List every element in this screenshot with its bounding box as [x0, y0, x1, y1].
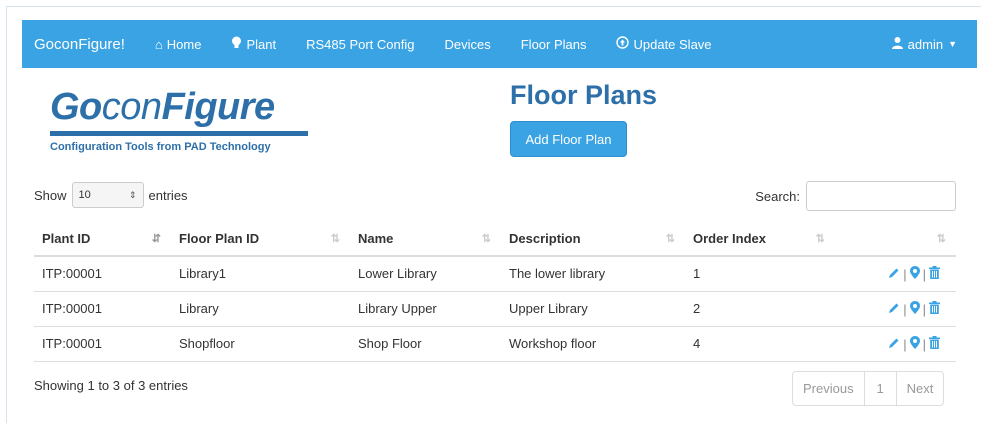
column-header-actions[interactable]: ⇅	[835, 222, 956, 257]
cell-description: Workshop floor	[501, 326, 685, 362]
table-row: ITP:00001 Shopfloor Shop Floor Workshop …	[34, 326, 956, 362]
cell-order-index: 1	[685, 256, 835, 292]
cell-floor-plan-id: Library	[171, 291, 350, 327]
nav-rs485-port-config[interactable]: RS485 Port Config	[306, 37, 414, 52]
user-icon	[891, 36, 904, 52]
nav-devices-label: Devices	[444, 36, 491, 52]
chevron-down-icon: ▼	[948, 39, 957, 49]
table-info: Showing 1 to 3 of 3 entries	[34, 378, 188, 393]
nav-update-slave-label: Update Slave	[633, 36, 712, 52]
cell-name: Library Upper	[350, 291, 501, 327]
edit-pencil-icon[interactable]	[888, 302, 900, 317]
logo-tagline: Configuration Tools from PAD Technology	[50, 141, 271, 153]
sort-icon: ⇅	[936, 233, 946, 245]
map-marker-icon[interactable]	[909, 265, 920, 282]
table-row: ITP:00001 Library1 Lower Library The low…	[34, 256, 956, 292]
nav-rs485-label: RS485 Port Config	[306, 36, 415, 52]
edit-pencil-icon[interactable]	[888, 337, 900, 352]
cell-plant-id: ITP:00001	[34, 326, 171, 362]
sort-icon: ⇅	[330, 233, 340, 245]
search-label: Search:	[755, 188, 800, 204]
row-actions: | |	[835, 291, 956, 327]
entries-select-value: 10	[78, 189, 91, 201]
column-header-floor-plan-id[interactable]: Floor Plan ID ⇅	[171, 222, 350, 257]
user-name: admin	[907, 36, 944, 52]
cell-description: The lower library	[501, 256, 685, 292]
previous-page-button[interactable]: Previous	[793, 372, 865, 405]
nav-plant-label: Plant	[246, 36, 277, 52]
nav-floor-plans[interactable]: Floor Plans	[521, 37, 587, 52]
sort-asc-icon: ⇵	[151, 233, 161, 245]
next-page-button[interactable]: Next	[897, 372, 944, 405]
entries-label: entries	[148, 187, 188, 203]
lightbulb-icon	[231, 36, 242, 52]
nav-home[interactable]: ⌂ Home	[155, 37, 202, 52]
floor-plans-table: Plant ID ⇵ Floor Plan ID ⇅ Name ⇅ Descripti…	[34, 222, 956, 362]
nav-plant[interactable]: Plant	[231, 36, 276, 52]
cell-plant-id: ITP:00001	[34, 256, 171, 292]
search-control: Search:	[755, 181, 956, 211]
pagination: Previous 1 Next	[792, 371, 945, 406]
show-label: Show	[34, 187, 67, 203]
row-actions: | |	[835, 326, 956, 362]
user-menu[interactable]: admin ▼	[891, 36, 957, 52]
search-input[interactable]	[806, 181, 956, 211]
nav-floor-plans-label: Floor Plans	[520, 36, 587, 52]
entries-select[interactable]: 10 ⇕	[71, 182, 144, 208]
column-header-order-index[interactable]: Order Index ⇅	[685, 222, 835, 257]
map-marker-icon[interactable]	[909, 335, 920, 352]
select-arrows-icon: ⇕	[128, 189, 137, 200]
cell-order-index: 2	[685, 291, 835, 327]
cell-name: Lower Library	[350, 256, 501, 292]
page-title: Floor Plans	[510, 80, 658, 110]
sort-icon: ⇅	[815, 233, 825, 245]
table-row: ITP:00001 Library Library Upper Upper Li…	[34, 291, 956, 327]
edit-pencil-icon[interactable]	[888, 267, 900, 282]
top-navbar: GoconFigure! ⌂ Home Plant RS485 Port Con…	[22, 20, 977, 68]
brand-link[interactable]: GoconFigure!	[34, 36, 125, 53]
cell-order-index: 4	[685, 326, 835, 362]
trash-icon[interactable]	[929, 335, 940, 352]
logo-underline	[50, 131, 308, 136]
trash-icon[interactable]	[929, 265, 940, 282]
nav-devices[interactable]: Devices	[444, 37, 490, 52]
page-1-button[interactable]: 1	[864, 372, 897, 405]
sort-icon: ⇅	[481, 233, 491, 245]
trash-icon[interactable]	[929, 300, 940, 317]
cell-description: Upper Library	[501, 291, 685, 327]
cell-name: Shop Floor	[350, 326, 501, 362]
map-marker-icon[interactable]	[909, 300, 920, 317]
logo-wordmark: GoconFigure	[50, 86, 275, 128]
sort-icon: ⇅	[665, 233, 675, 245]
cell-floor-plan-id: Library1	[171, 256, 350, 292]
home-icon: ⌂	[154, 36, 163, 52]
column-header-name[interactable]: Name ⇅	[350, 222, 501, 257]
nav-home-label: Home	[166, 36, 202, 52]
add-floor-plan-button[interactable]: Add Floor Plan	[510, 121, 627, 157]
entries-length-control: Show 10 ⇕ entries	[34, 182, 188, 208]
table-header-row: Plant ID ⇵ Floor Plan ID ⇅ Name ⇅ Descripti…	[34, 222, 956, 257]
cell-floor-plan-id: Shopfloor	[171, 326, 350, 362]
upload-icon	[616, 36, 630, 52]
nav-update-slave[interactable]: Update Slave	[616, 36, 712, 52]
cell-plant-id: ITP:00001	[34, 291, 171, 327]
column-header-description[interactable]: Description ⇅	[501, 222, 685, 257]
column-header-plant-id[interactable]: Plant ID ⇵	[34, 222, 171, 257]
row-actions: | |	[835, 256, 956, 292]
goconfigure-logo: GoconFigure Configuration Tools from PAD…	[50, 86, 312, 153]
